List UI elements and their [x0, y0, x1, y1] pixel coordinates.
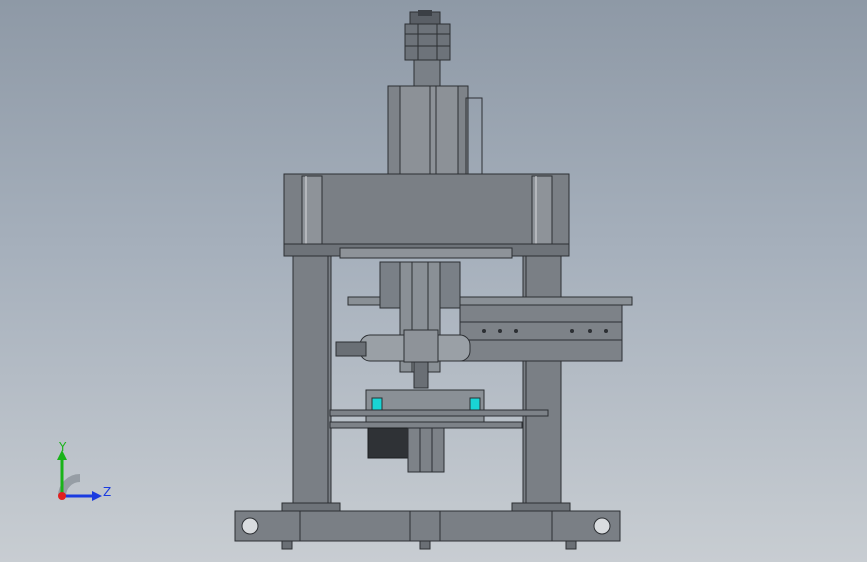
base-frame — [234, 510, 621, 550]
work-table — [329, 389, 549, 429]
vertical-cylinder — [387, 85, 483, 175]
lower-motor — [367, 427, 445, 473]
origin-icon — [58, 492, 66, 500]
top-beam — [283, 173, 570, 259]
cad-viewport[interactable]: Y Z — [0, 0, 867, 562]
machine-model[interactable] — [0, 0, 867, 562]
coordinate-triad: Y Z — [40, 438, 120, 510]
y-axis-label: Y — [59, 440, 67, 454]
triad-graphic — [57, 450, 102, 501]
z-axis-label: Z — [103, 485, 112, 499]
central-mechanism — [335, 261, 471, 389]
top-motor — [404, 10, 451, 87]
z-axis-arrow-icon — [92, 491, 102, 501]
